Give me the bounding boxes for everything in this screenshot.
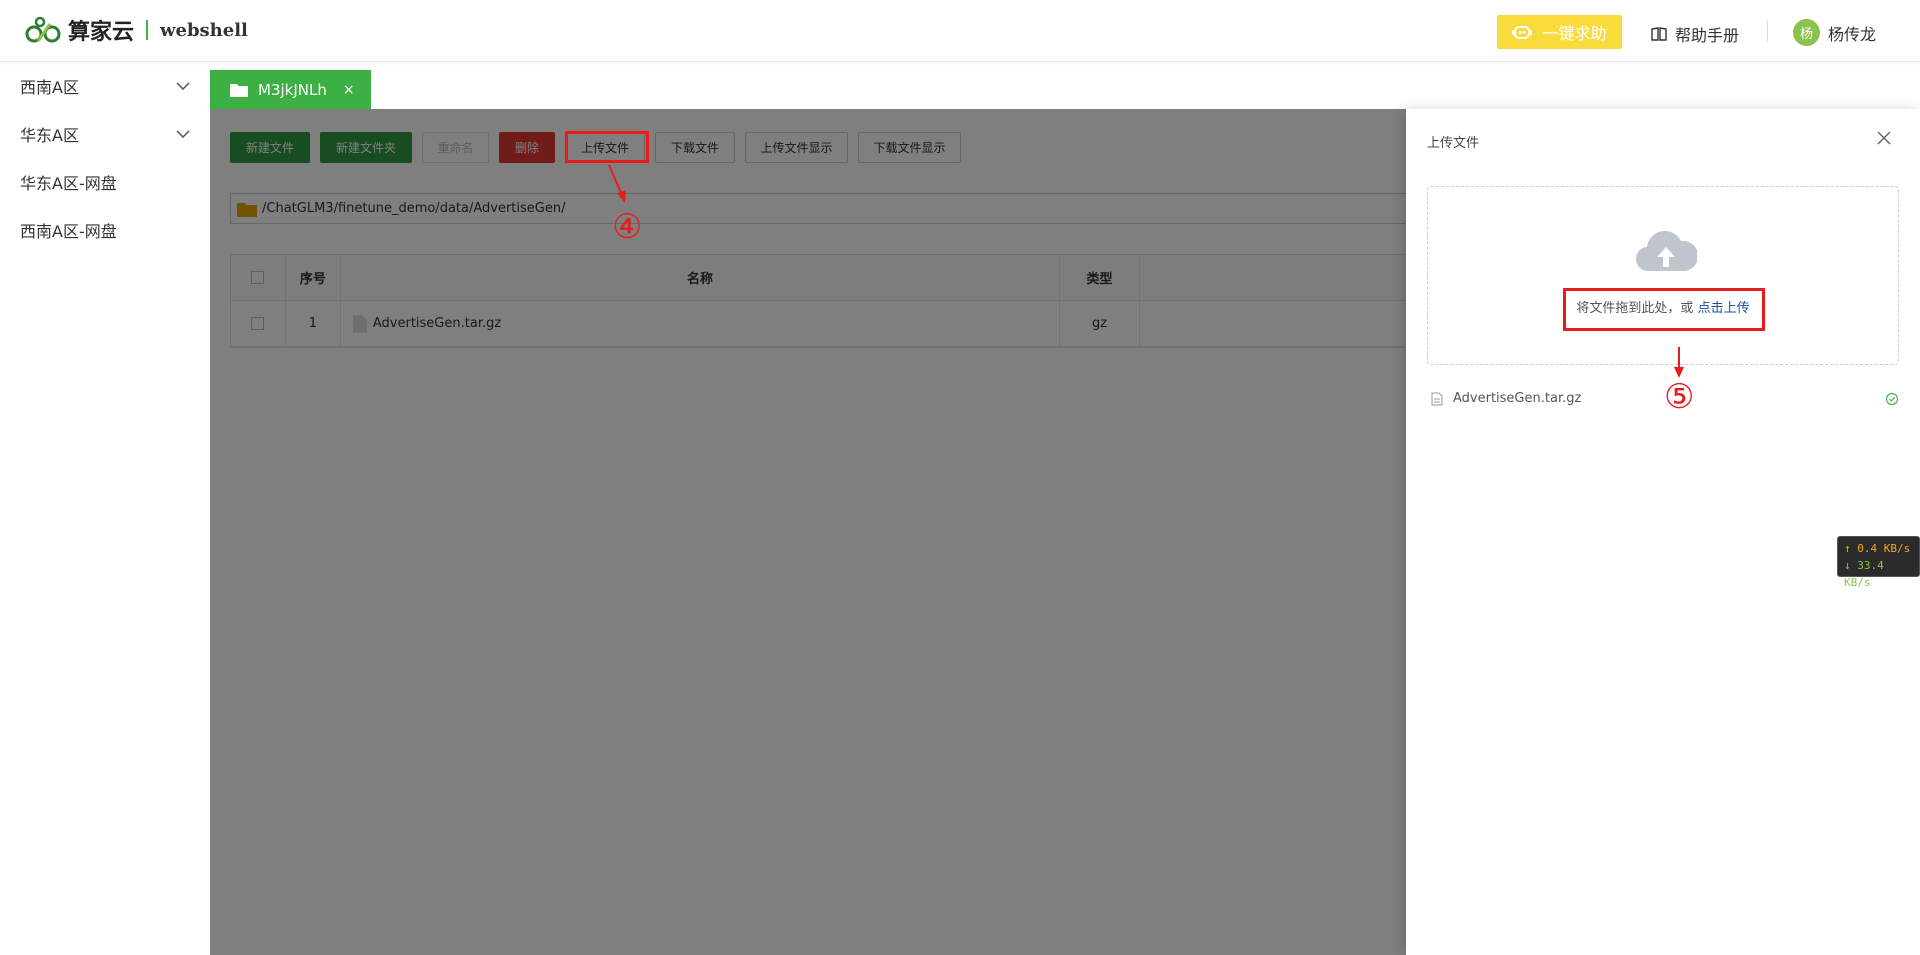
tab-label: M3jkJNLh — [258, 80, 327, 99]
drawer-title: 上传文件 — [1427, 136, 1480, 151]
help-manual-link[interactable]: 帮助手册 — [1651, 22, 1739, 46]
check-circle-icon — [1885, 392, 1899, 405]
help-button[interactable]: 一键求助 — [1497, 15, 1622, 49]
user-name: 杨传龙 — [1828, 24, 1877, 44]
logo-name: 算家云 — [68, 20, 135, 45]
upload-dropzone[interactable]: 将文件拖到此处，或 点击上传 — [1427, 186, 1899, 365]
header-divider — [1767, 20, 1768, 42]
tab-session[interactable]: M3jkJNLh × — [210, 70, 371, 109]
upload-speed: ↑ 0.4 KB/s — [1844, 542, 1911, 555]
sidebar-item-east-a-disk[interactable]: 华东A区-网盘 — [0, 158, 210, 206]
user-menu[interactable]: 杨 杨传龙 — [1793, 19, 1876, 46]
sidebar-item-label: 西南A区-网盘 — [20, 222, 117, 241]
arrow-icon — [608, 164, 626, 203]
logo[interactable]: 算家云 webshell — [24, 12, 248, 48]
chevron-down-icon — [176, 82, 190, 90]
sidebar-item-label: 西南A区 — [20, 78, 79, 97]
logo-subtitle: webshell — [160, 19, 248, 41]
step-5-label: ⑤ — [1664, 377, 1695, 417]
download-speed: ↓ 33.4 KB/s — [1844, 559, 1884, 589]
cloud-upload-icon — [1636, 231, 1697, 272]
logo-divider — [146, 20, 149, 40]
highlight-box-click-upload — [1563, 288, 1765, 331]
sidebar-item-southwest-a-disk[interactable]: 西南A区-网盘 — [0, 206, 210, 254]
help-button-label: 一键求助 — [1542, 24, 1607, 43]
sidebar-item-label: 华东A区-网盘 — [20, 174, 117, 193]
book-icon — [1651, 27, 1667, 41]
document-icon — [1431, 392, 1443, 405]
top-bar: 算家云 webshell 一键求助 帮助手册 杨 杨传龙 — [0, 0, 1920, 62]
tab-close-icon[interactable]: × — [343, 82, 355, 98]
avatar: 杨 — [1793, 19, 1820, 46]
sidebar-item-east-a[interactable]: 华东A区 — [0, 110, 210, 158]
modal-overlay[interactable] — [210, 109, 1406, 955]
logo-icon — [25, 16, 61, 43]
step-4-label: ④ — [612, 207, 643, 247]
chevron-down-icon — [176, 130, 190, 138]
sidebar-item-label: 华东A区 — [20, 126, 79, 145]
folder-icon — [230, 84, 248, 97]
tab-bar: M3jkJNLh × — [210, 62, 1920, 109]
uploaded-file-name: AdvertiseGen.tar.gz — [1453, 391, 1582, 406]
sidebar-item-southwest-a[interactable]: 西南A区 — [0, 62, 210, 110]
help-manual-label: 帮助手册 — [1675, 26, 1740, 45]
arrow-icon — [1674, 347, 1684, 378]
network-speed-widget: ↑ 0.4 KB/s ↓ 33.4 KB/s — [1837, 536, 1920, 589]
upload-drawer: 上传文件 将文件拖到此处，或 点击上传 AdvertiseGen.tar.gz — [1406, 109, 1920, 955]
highlight-box-upload — [565, 131, 649, 163]
close-icon[interactable] — [1877, 131, 1891, 145]
robot-icon — [1512, 26, 1533, 39]
sidebar: 西南A区 华东A区 华东A区-网盘 西南A区-网盘 — [0, 62, 210, 955]
